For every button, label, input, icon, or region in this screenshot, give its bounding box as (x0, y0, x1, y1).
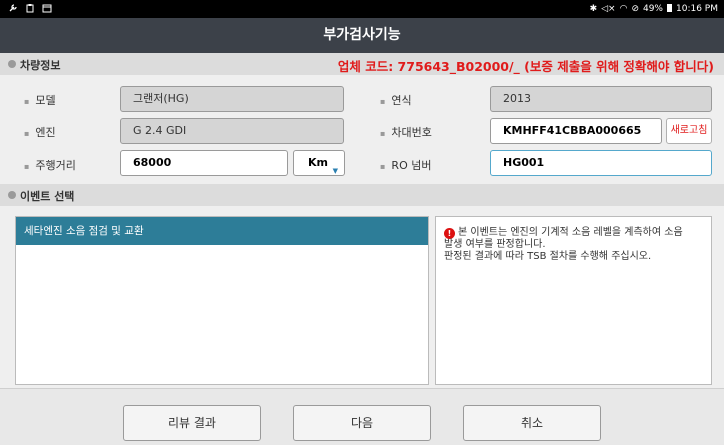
status-bar-left (8, 3, 52, 16)
clock: 10:16 PM (676, 4, 718, 14)
ro-number-label: RO 넘버 (380, 157, 431, 173)
event-select-label: 이벤트 선택 (20, 190, 75, 203)
review-results-button[interactable]: 리뷰 결과 (123, 405, 261, 441)
model-field: 그랜저(HG) (120, 86, 344, 112)
vehicle-info-label: 차량정보 (20, 59, 61, 72)
mileage-label: 주행거리 (24, 157, 75, 173)
vehicle-info-header: 차량정보 업체 코드: 775643_B02000/_ (보증 제출을 위해 정… (0, 53, 724, 75)
alert-icon: ! (444, 228, 455, 239)
cancel-button[interactable]: 취소 (463, 405, 601, 441)
event-list: 세타엔진 소음 점검 및 교환 (15, 216, 429, 385)
mileage-input[interactable]: 68000 (120, 150, 288, 176)
engine-field: G 2.4 GDI (120, 118, 344, 144)
status-bar: ✱ ◁× ◠ ⊘ 49% 10:16 PM (0, 0, 724, 18)
wrench-icon (8, 3, 18, 16)
calendar-icon (42, 3, 52, 16)
unit-value: Km (308, 156, 328, 169)
event-select-header: 이벤트 선택 (0, 184, 724, 206)
event-description-panel: ! 본 이벤트는 엔진의 기계적 소음 레벨을 계측하여 소음 발생 여부를 판정… (435, 216, 712, 385)
model-label: 모델 (24, 92, 55, 108)
bluetooth-icon: ✱ (589, 4, 598, 14)
status-bar-right: ✱ ◁× ◠ ⊘ 49% 10:16 PM (590, 3, 718, 15)
clipboard-icon (25, 3, 35, 16)
vin-field[interactable]: KMHFF41CBBA000665 (490, 118, 662, 144)
vin-label: 차대번호 (380, 124, 431, 140)
description-line-2: 발생 여부를 판정합니다. (444, 239, 546, 250)
dealer-code-warning: 업체 코드: 775643_B02000/_ (보증 제출을 위해 정확해야 합… (337, 59, 714, 74)
engine-label: 엔진 (24, 124, 55, 140)
ro-number-input[interactable]: HG001 (490, 150, 712, 176)
section-bullet-icon (8, 60, 16, 68)
event-description: ! 본 이벤트는 엔진의 기계적 소음 레벨을 계측하여 소음 발생 여부를 판정… (444, 227, 683, 263)
page-title: 부가검사기능 (0, 18, 724, 53)
year-field: 2013 (490, 86, 712, 112)
mileage-unit-select[interactable]: Km ▼ (293, 150, 345, 176)
alarm-icon: ⊘ (631, 4, 639, 14)
next-button[interactable]: 다음 (293, 405, 431, 441)
battery-level: 49% (642, 4, 663, 14)
section-bullet-icon (8, 191, 16, 199)
wifi-icon: ◠ (619, 4, 628, 14)
description-line-1: 본 이벤트는 엔진의 기계적 소음 레벨을 계측하여 소음 (458, 227, 683, 238)
description-line-3: 판정된 결과에 따라 TSB 절차를 수행해 주십시오. (444, 251, 652, 262)
battery-icon (667, 3, 672, 15)
refresh-button[interactable]: 새로고침 (666, 118, 712, 144)
footer-bar: 리뷰 결과 다음 취소 (0, 388, 724, 445)
event-list-item[interactable]: 세타엔진 소음 점검 및 교환 (16, 217, 428, 245)
mute-icon: ◁× (601, 4, 616, 14)
year-label: 연식 (380, 92, 411, 108)
dropdown-arrow-icon: ▼ (332, 167, 338, 175)
